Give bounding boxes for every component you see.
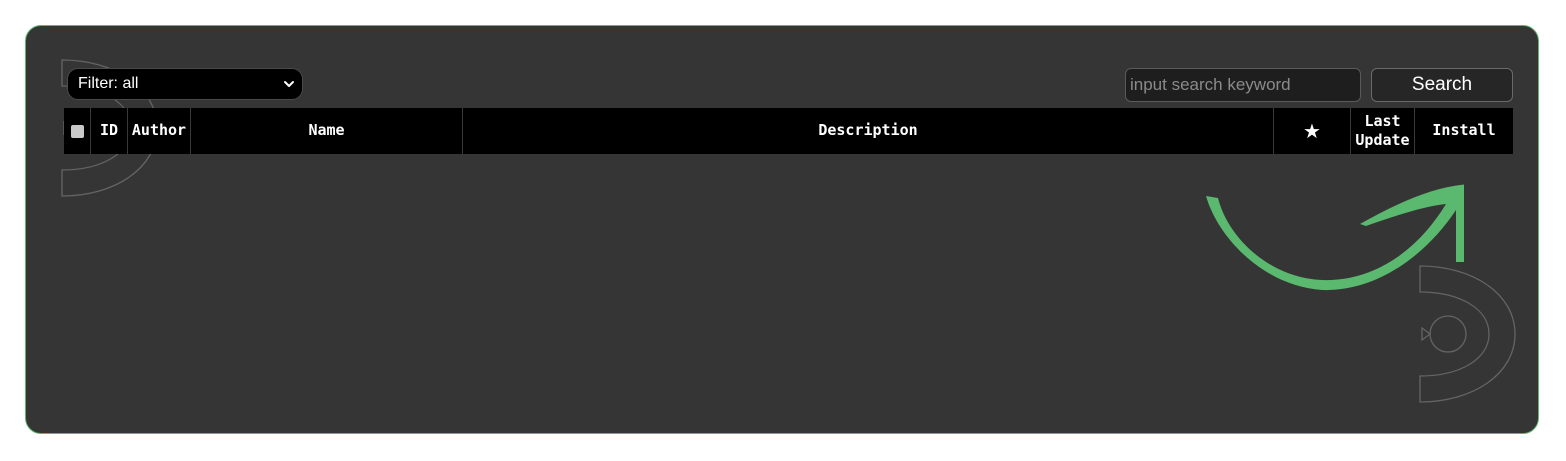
select-all-cell <box>64 108 91 154</box>
select-all-checkbox[interactable] <box>70 124 84 138</box>
search-button[interactable]: Search <box>1371 68 1513 102</box>
last-update-label-line2: Update <box>1355 131 1410 149</box>
last-update-label-line1: Last <box>1364 111 1401 130</box>
column-header-last-update[interactable]: Last Update <box>1351 108 1415 154</box>
column-header-name[interactable]: Name <box>191 108 463 154</box>
node-list-panel: Filter: all Search ID Author Name Descri… <box>25 25 1539 434</box>
column-header-author[interactable]: Author <box>128 108 191 154</box>
curved-arrow-icon <box>1206 184 1464 291</box>
search-input[interactable] <box>1125 68 1361 102</box>
table-header: ID Author Name Description ★ Last Update… <box>64 108 1513 154</box>
filter-select-value: Filter: all <box>78 75 139 92</box>
logo-watermark-icon <box>1419 265 1516 403</box>
column-header-id[interactable]: ID <box>91 108 128 154</box>
column-header-description[interactable]: Description <box>463 108 1274 154</box>
filter-select[interactable]: Filter: all <box>67 68 303 100</box>
column-header-stars[interactable]: ★ <box>1274 108 1351 154</box>
chevron-down-icon <box>284 81 294 87</box>
column-header-install[interactable]: Install <box>1415 108 1513 154</box>
